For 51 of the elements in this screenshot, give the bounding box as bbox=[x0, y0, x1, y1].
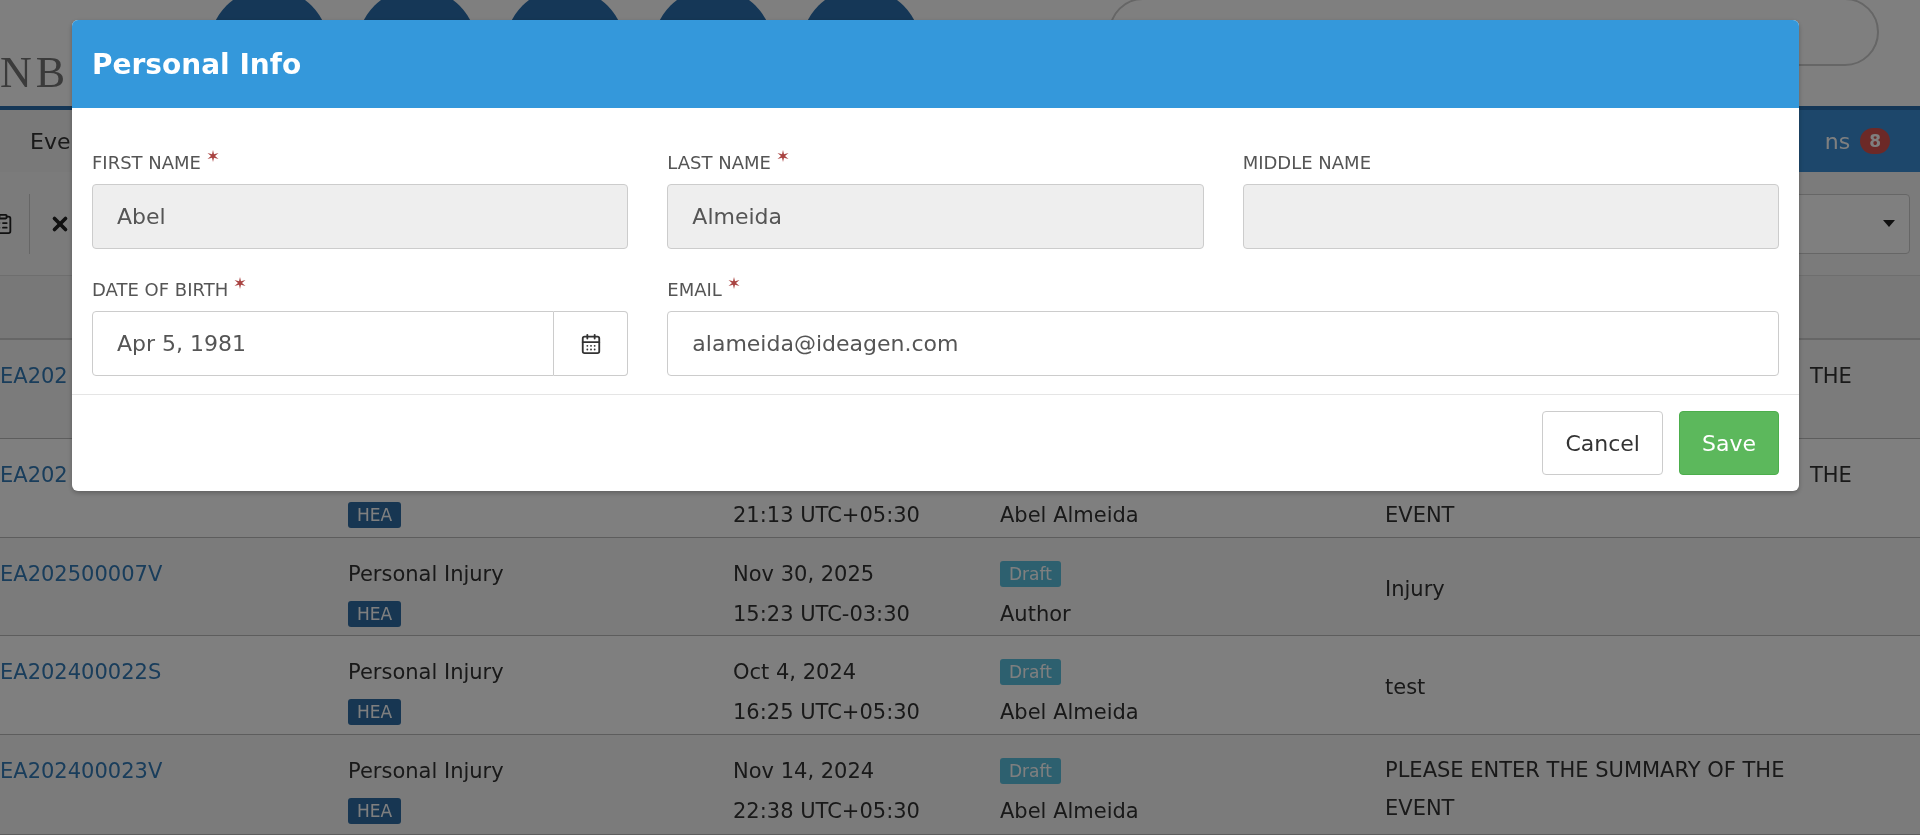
table-cell: Author bbox=[1000, 601, 1071, 626]
date-field[interactable]: Apr 5, 1981 bbox=[92, 311, 555, 376]
field-label: EMAIL bbox=[667, 279, 722, 300]
field-label: MIDDLE NAME bbox=[1242, 152, 1372, 173]
table-cell: 21:13 UTC+05:30 bbox=[733, 503, 920, 528]
table-cell: EVENT bbox=[1385, 503, 1455, 528]
required-icon bbox=[727, 277, 740, 289]
record-link[interactable]: EA202400022S bbox=[0, 660, 162, 685]
nav-tab[interactable]: ns 8 bbox=[1794, 110, 1920, 173]
status-tag: Draft bbox=[1000, 758, 1061, 784]
required-icon bbox=[776, 150, 789, 162]
category-tag: HEA bbox=[348, 699, 402, 726]
table-cell: THE bbox=[1810, 463, 1852, 488]
table-cell: 16:25 UTC+05:30 bbox=[733, 700, 920, 725]
category-tag: HEA bbox=[348, 600, 402, 627]
dialog-title: Personal Info bbox=[92, 47, 302, 81]
caret-icon bbox=[1883, 220, 1895, 228]
required-icon bbox=[234, 277, 247, 289]
table-cell: Personal Injury bbox=[348, 759, 504, 783]
table-cell-text: test bbox=[1385, 674, 1427, 702]
logo-text: NB bbox=[0, 50, 70, 96]
table-cell: Nov 14, 2024 bbox=[733, 759, 875, 783]
required-icon bbox=[207, 150, 219, 162]
table-cell: THE bbox=[1810, 364, 1852, 389]
table-cell: Oct 4, 2024 bbox=[733, 660, 857, 685]
table-cell: Abel Almeida bbox=[1000, 799, 1139, 823]
table-cell: Abel Almeida bbox=[1000, 700, 1139, 725]
status-tag: Draft bbox=[1000, 560, 1061, 587]
calendar-icon bbox=[579, 332, 602, 355]
category-tag: HEA bbox=[348, 798, 402, 824]
count-badge: 8 bbox=[1860, 128, 1890, 155]
table-cell: 22:38 UTC+05:30 bbox=[733, 799, 920, 823]
record-link[interactable]: EA202500007V bbox=[0, 561, 163, 586]
table-cell: 15:23 UTC-03:30 bbox=[733, 601, 910, 626]
table-cell: Abel Almeida bbox=[1000, 503, 1139, 528]
table-cell-text: Injury bbox=[1385, 575, 1446, 603]
record-link[interactable]: EA202 bbox=[0, 364, 68, 389]
table-cell: Personal Injury bbox=[348, 660, 504, 685]
calendar-button[interactable] bbox=[554, 311, 629, 376]
record-link[interactable]: EA202 bbox=[0, 463, 68, 488]
status-tag: Draft bbox=[1000, 659, 1061, 686]
table-cell: Personal Injury bbox=[348, 561, 504, 586]
cancel-button[interactable]: Cancel bbox=[1542, 411, 1663, 475]
field-label: DATE OF BIRTH bbox=[92, 279, 229, 300]
table-cell-text: PLEASE ENTER THE SUMMARY OF THE EVENT bbox=[1385, 757, 1786, 822]
table-cell: Nov 30, 2025 bbox=[733, 561, 875, 586]
category-tag: HEA bbox=[348, 502, 402, 529]
text-field[interactable]: alameida@ideagen.com bbox=[667, 311, 1779, 376]
field-label: LAST NAME bbox=[667, 152, 771, 173]
save-button[interactable]: Save bbox=[1679, 411, 1779, 475]
record-link[interactable]: EA202400023V bbox=[0, 759, 163, 783]
